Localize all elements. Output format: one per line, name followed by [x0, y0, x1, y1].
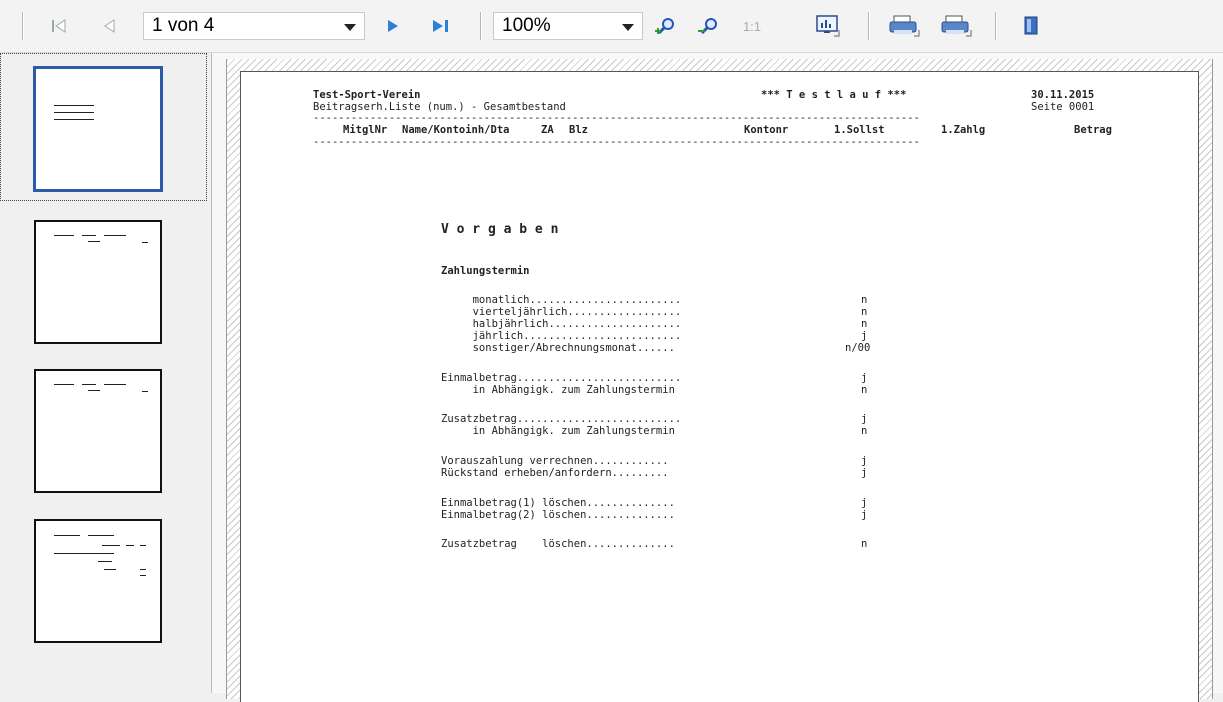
- page-thumbnail-1[interactable]: [34, 67, 162, 191]
- vorgabe-value: j: [861, 413, 868, 425]
- actual-size-button[interactable]: 1:1: [737, 12, 767, 40]
- chart-button[interactable]: [812, 12, 846, 40]
- vorgabe-value: j: [861, 497, 868, 509]
- vorgabe-value: j: [861, 467, 868, 479]
- col-konto: Kontonr: [744, 124, 789, 136]
- chevron-down-icon: [622, 24, 634, 31]
- zoom-value: 100%: [502, 15, 551, 36]
- vorgabe-line: Vorauszahlung verrechnen............: [441, 455, 669, 467]
- last-page-icon: [433, 20, 448, 32]
- vorgabe-line: Zusatzbetrag löschen..............: [441, 538, 675, 550]
- report-rule-top: ----------------------------------------…: [313, 112, 920, 124]
- next-page-button[interactable]: [382, 12, 404, 40]
- toolbar-separator: [868, 12, 870, 40]
- zoom-out-icon: [698, 18, 717, 35]
- vorgabe-line: Einmalbetrag(2) löschen..............: [441, 509, 675, 521]
- vorgaben-title: V o r g a b e n: [441, 222, 559, 237]
- col-mitglnr: MitglNr: [343, 124, 388, 136]
- report-preview[interactable]: Test-Sport-Verein *** T e s t l a u f **…: [212, 53, 1223, 702]
- col-blz: Blz: [569, 124, 588, 136]
- vorgabe-value: n: [861, 306, 868, 318]
- previous-page-button[interactable]: [98, 12, 120, 40]
- report-run-marker: *** T e s t l a u f ***: [761, 89, 907, 101]
- vorgabe-value: j: [861, 372, 868, 384]
- print-button[interactable]: [886, 12, 924, 40]
- zahlungstermin-heading: Zahlungstermin: [441, 265, 530, 277]
- close-book-icon: [1024, 16, 1038, 35]
- page-thumbnail-2[interactable]: [34, 220, 162, 344]
- col-za: ZA: [541, 124, 554, 136]
- toolbar-separator: [995, 12, 997, 40]
- previous-page-icon: [104, 19, 115, 33]
- actual-size-label: 1:1: [742, 18, 762, 34]
- print-icon: [889, 15, 920, 37]
- next-page-icon: [388, 20, 398, 32]
- col-name: Name/Kontoinh/Dta: [402, 124, 510, 136]
- chart-icon: [816, 15, 840, 37]
- report-org: Test-Sport-Verein: [313, 89, 421, 101]
- vorgabe-value: n/00: [845, 342, 871, 354]
- vorgabe-line: monatlich........................: [441, 294, 682, 306]
- vorgabe-value: n: [861, 425, 868, 437]
- vorgabe-line: vierteljährlich..................: [441, 306, 682, 318]
- vorgabe-value: n: [861, 538, 868, 550]
- col-betrag: Betrag: [1074, 124, 1112, 136]
- page-selector-value: 1 von 4: [152, 15, 215, 36]
- page-thumbnail-4[interactable]: [34, 519, 162, 643]
- chevron-down-icon: [344, 24, 356, 31]
- last-page-button[interactable]: [428, 12, 454, 40]
- vorgabe-value: j: [861, 509, 868, 521]
- report-page: Test-Sport-Verein *** T e s t l a u f **…: [240, 71, 1199, 702]
- first-page-icon: [52, 19, 66, 33]
- close-button[interactable]: [1018, 12, 1044, 40]
- page-thumbnail-3[interactable]: [34, 369, 162, 493]
- col-soll: 1.Sollst: [834, 124, 885, 136]
- zoom-in-button[interactable]: [652, 12, 680, 40]
- vorgabe-line: halbjährlich.....................: [441, 318, 682, 330]
- vorgabe-value: j: [861, 455, 868, 467]
- first-page-button[interactable]: [48, 12, 70, 40]
- vorgabe-line: sonstiger/Abrechnungsmonat......: [441, 342, 675, 354]
- zoom-out-button[interactable]: [695, 12, 723, 40]
- vorgabe-value: n: [861, 294, 868, 306]
- print-setup-icon: [941, 15, 972, 37]
- vorgabe-line: Zusatzbetrag..........................: [441, 413, 682, 425]
- page-selector[interactable]: 1 von 4: [143, 12, 365, 40]
- zoom-selector[interactable]: 100%: [493, 12, 643, 40]
- vorgabe-line: Rückstand erheben/anfordern.........: [441, 467, 669, 479]
- toolbar-separator: [480, 12, 482, 40]
- vorgabe-value: n: [861, 384, 868, 396]
- toolbar-separator: [22, 12, 24, 40]
- col-zahl: 1.Zahlg: [941, 124, 986, 136]
- vorgabe-value: j: [861, 330, 868, 342]
- print-setup-button[interactable]: [938, 12, 976, 40]
- vorgabe-line: Einmalbetrag..........................: [441, 372, 682, 384]
- vorgabe-line: Einmalbetrag(1) löschen..............: [441, 497, 675, 509]
- report-rule-bottom: ----------------------------------------…: [313, 136, 920, 148]
- preview-toolbar: 1 von 4 100% 1:1: [0, 0, 1223, 53]
- vorgabe-line: in Abhängigk. zum Zahlungstermin: [441, 384, 675, 396]
- vorgabe-line: in Abhängigk. zum Zahlungstermin: [441, 425, 675, 437]
- zoom-in-icon: [655, 18, 674, 35]
- thumbnail-pane: [0, 53, 212, 693]
- report-date: 30.11.2015: [1031, 89, 1095, 101]
- vorgabe-value: n: [861, 318, 868, 330]
- vorgabe-line: jährlich.........................: [441, 330, 682, 342]
